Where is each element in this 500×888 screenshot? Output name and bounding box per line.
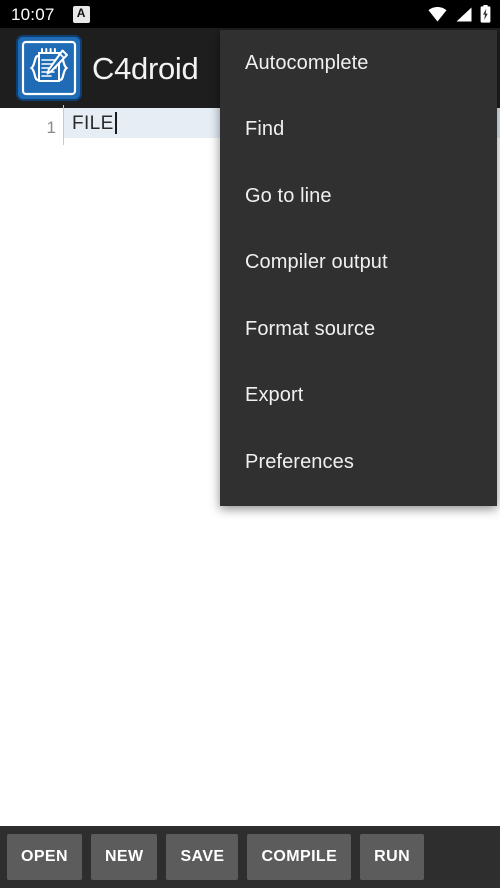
save-button[interactable]: SAVE bbox=[166, 834, 239, 880]
overflow-menu[interactable]: Autocomplete Find Go to line Compiler ou… bbox=[220, 30, 497, 506]
menu-item-go-to-line[interactable]: Go to line bbox=[220, 163, 497, 230]
code-content: FILE bbox=[72, 112, 114, 134]
new-button[interactable]: NEW bbox=[90, 834, 158, 880]
menu-item-label: Find bbox=[245, 118, 285, 141]
menu-item-label: Format source bbox=[245, 317, 376, 340]
menu-item-export[interactable]: Export bbox=[220, 363, 497, 430]
c4droid-logo-icon bbox=[16, 35, 82, 101]
menu-item-preferences[interactable]: Preferences bbox=[220, 429, 497, 496]
notification-app-icon: A bbox=[72, 5, 90, 23]
bottom-action-bar: OPEN NEW SAVE COMPILE RUN bbox=[0, 826, 500, 888]
status-clock: 10:07 bbox=[11, 4, 55, 24]
status-bar: 10:07 A bbox=[0, 0, 500, 28]
text-caret bbox=[114, 112, 117, 134]
notification-icon-letter: A bbox=[76, 6, 86, 20]
notepad-pencil-glyph bbox=[21, 40, 77, 96]
menu-item-format-source[interactable]: Format source bbox=[220, 296, 497, 363]
run-button[interactable]: RUN bbox=[360, 834, 425, 880]
menu-item-find[interactable]: Find bbox=[220, 97, 497, 164]
menu-item-label: Go to line bbox=[245, 184, 332, 207]
app-screen: 10:07 A C4droid 1 FILE Autocomplete Find… bbox=[0, 0, 500, 888]
menu-item-label: Export bbox=[245, 384, 304, 407]
cell-signal-icon bbox=[456, 7, 472, 21]
menu-item-compiler-output[interactable]: Compiler output bbox=[220, 230, 497, 297]
wifi-icon bbox=[428, 6, 447, 21]
battery-charging-icon bbox=[480, 5, 491, 23]
menu-item-autocomplete[interactable]: Autocomplete bbox=[220, 30, 497, 97]
app-title: C4droid bbox=[92, 50, 199, 86]
menu-item-label: Autocomplete bbox=[245, 51, 369, 74]
menu-item-label: Compiler output bbox=[245, 251, 388, 274]
menu-item-label: Preferences bbox=[245, 450, 354, 473]
compile-button[interactable]: COMPILE bbox=[247, 834, 352, 880]
line-number: 1 bbox=[46, 117, 56, 137]
editor-text-area[interactable]: FILE bbox=[72, 108, 117, 138]
open-button[interactable]: OPEN bbox=[7, 834, 82, 880]
status-bar-system-icons bbox=[428, 5, 491, 23]
